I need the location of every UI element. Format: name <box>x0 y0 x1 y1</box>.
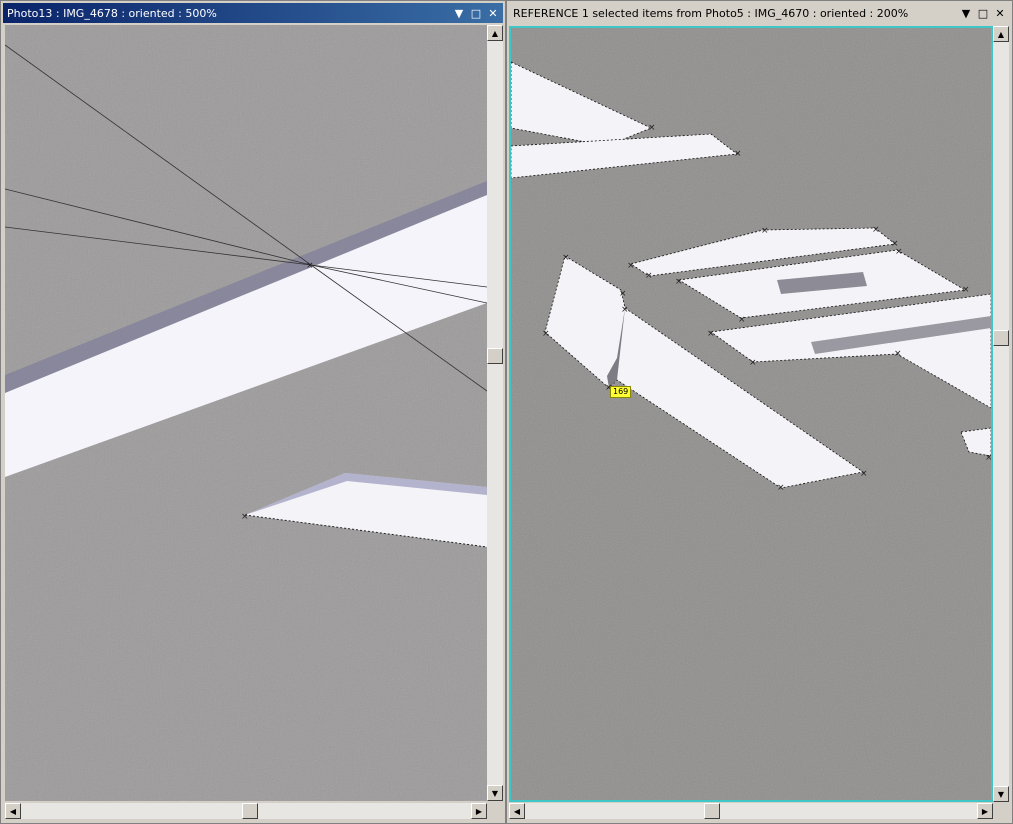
tie-point-marker: × <box>648 123 656 133</box>
right-photo-view[interactable]: × × × × × × × × × × × × × × × × × × × × <box>509 26 993 802</box>
tie-point-marker: × <box>645 271 653 281</box>
scroll-down-button[interactable]: ▼ <box>993 786 1009 802</box>
tie-point-marker: × <box>675 277 683 287</box>
scroll-thumb[interactable] <box>242 803 258 819</box>
left-horizontal-scrollbar[interactable]: ◀ ▶ <box>5 803 487 819</box>
left-title-bar[interactable]: Photo13 : IMG_4678 : oriented : 500% ▼ □… <box>3 3 503 23</box>
tie-point-marker: × <box>860 469 868 479</box>
window-menu-icon[interactable]: ▼ <box>959 6 973 20</box>
tie-point-marker: × <box>621 305 629 315</box>
right-title-bar[interactable]: REFERENCE 1 selected items from Photo5 :… <box>509 3 1010 23</box>
left-photo-view[interactable]: × × <box>5 25 487 801</box>
tie-point-marker: × <box>985 453 991 463</box>
scroll-left-button[interactable]: ◀ <box>509 803 525 819</box>
tie-point-marker: × <box>306 261 314 271</box>
scroll-up-button[interactable]: ▲ <box>993 26 1009 42</box>
left-photo-canvas: × × <box>5 25 487 801</box>
point-id-label[interactable]: 169 <box>610 386 632 398</box>
maximize-icon[interactable]: □ <box>976 6 990 20</box>
close-icon[interactable]: ✕ <box>486 6 500 20</box>
left-photo-window: Photo13 : IMG_4678 : oriented : 500% ▼ □… <box>0 0 506 824</box>
scroll-up-button[interactable]: ▲ <box>487 25 503 41</box>
tie-point-marker: × <box>707 329 715 339</box>
tie-point-marker: × <box>777 483 785 493</box>
right-vertical-scrollbar[interactable]: ▲ ▼ <box>993 26 1009 802</box>
scroll-down-button[interactable]: ▼ <box>487 785 503 801</box>
tie-point-marker: × <box>895 247 903 257</box>
right-photo-canvas: × × × × × × × × × × × × × × × × × × × × <box>511 28 991 800</box>
left-vertical-scrollbar[interactable]: ▲ ▼ <box>487 25 503 801</box>
scroll-right-button[interactable]: ▶ <box>471 803 487 819</box>
tie-point-marker: × <box>562 253 570 263</box>
tie-point-marker: × <box>734 149 742 159</box>
tie-point-marker: × <box>749 358 757 368</box>
scroll-left-button[interactable]: ◀ <box>5 803 21 819</box>
tie-point-marker: × <box>761 226 769 236</box>
tie-point-marker: × <box>872 225 880 235</box>
tie-point-marker: × <box>962 285 970 295</box>
right-window-title: REFERENCE 1 selected items from Photo5 :… <box>513 6 909 20</box>
close-icon[interactable]: ✕ <box>993 6 1007 20</box>
scroll-thumb[interactable] <box>704 803 720 819</box>
tie-point-marker: × <box>627 261 635 271</box>
tie-point-marker: × <box>241 512 249 522</box>
tie-point-marker: × <box>894 349 902 359</box>
tie-point-marker: × <box>738 315 746 325</box>
window-menu-icon[interactable]: ▼ <box>452 6 466 20</box>
scroll-thumb[interactable] <box>993 330 1009 346</box>
right-reference-window: REFERENCE 1 selected items from Photo5 :… <box>506 0 1013 824</box>
scroll-thumb[interactable] <box>487 348 503 364</box>
right-horizontal-scrollbar[interactable]: ◀ ▶ <box>509 803 993 819</box>
maximize-icon[interactable]: □ <box>469 6 483 20</box>
scroll-right-button[interactable]: ▶ <box>977 803 993 819</box>
left-window-title: Photo13 : IMG_4678 : oriented : 500% <box>7 6 217 20</box>
tie-point-marker: × <box>542 329 550 339</box>
tie-point-marker: × <box>619 289 627 299</box>
